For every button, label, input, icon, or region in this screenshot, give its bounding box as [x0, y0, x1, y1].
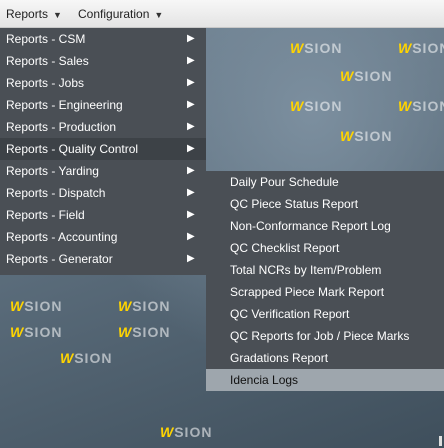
watermark-logo: WSION: [160, 424, 212, 440]
reports-menu[interactable]: Reports ▼: [6, 7, 62, 21]
chevron-right-icon: ▶: [187, 187, 195, 198]
submenu-item-label: QC Piece Status Report: [230, 197, 359, 211]
watermark-logo: WSION: [398, 40, 444, 56]
watermark-text: SION: [24, 324, 63, 340]
menu-item-label: Reports - Sales: [6, 54, 89, 68]
menu-item-reports-jobs[interactable]: Reports - Jobs ▶: [0, 72, 206, 94]
chevron-right-icon: ▶: [187, 165, 195, 176]
submenu-item-label: Scrapped Piece Mark Report: [230, 285, 385, 299]
watermark-w-glyph: W: [118, 298, 133, 314]
watermark-logo: WSION: [60, 350, 112, 366]
watermark-w-glyph: W: [10, 324, 25, 340]
menu-item-label: Reports - Accounting: [6, 230, 118, 244]
submenu-item-non-conformance-report-log[interactable]: Non-Conformance Report Log: [206, 215, 444, 237]
chevron-right-icon: ▶: [187, 143, 195, 154]
watermark-logo: WSION: [10, 298, 62, 314]
menu-item-reports-production[interactable]: Reports - Production ▶: [0, 116, 206, 138]
watermark-text: SION: [24, 298, 63, 314]
chevron-right-icon: ▶: [187, 253, 195, 264]
menu-item-label: Reports - Dispatch: [6, 186, 106, 200]
menu-item-label: Reports - Yarding: [6, 164, 99, 178]
watermark-logo: WSION: [340, 128, 392, 144]
submenu-item-label: Total NCRs by Item/Problem: [230, 263, 382, 277]
submenu-item-scrapped-piece-mark-report[interactable]: Scrapped Piece Mark Report: [206, 281, 444, 303]
watermark-w-glyph: W: [10, 298, 25, 314]
menu-item-reports-quality-control[interactable]: Reports - Quality Control ▶: [0, 138, 206, 160]
chevron-down-icon: ▼: [154, 10, 164, 20]
menu-item-reports-field[interactable]: Reports - Field ▶: [0, 204, 206, 226]
watermark-logo: WSION: [290, 98, 342, 114]
submenu-item-label: QC Reports for Job / Piece Marks: [230, 329, 410, 343]
watermark-w-glyph: W: [160, 424, 175, 440]
watermark-logo: WSION: [118, 298, 170, 314]
scrollbar-thumb[interactable]: [439, 436, 442, 446]
chevron-right-icon: ▶: [187, 121, 195, 132]
submenu-item-qc-verification-report[interactable]: QC Verification Report: [206, 303, 444, 325]
menu-item-label: Reports - CSM: [6, 32, 86, 46]
submenu-item-label: Idencia Logs: [230, 373, 299, 387]
watermark-logo: WSION: [340, 68, 392, 84]
watermark-text: SION: [174, 424, 213, 440]
watermark-w-glyph: W: [398, 40, 413, 56]
watermark-text: SION: [74, 350, 113, 366]
watermark-w-glyph: W: [290, 40, 305, 56]
menu-item-reports-engineering[interactable]: Reports - Engineering ▶: [0, 94, 206, 116]
submenu-item-qc-piece-status-report[interactable]: QC Piece Status Report: [206, 193, 444, 215]
menu-item-reports-sales[interactable]: Reports - Sales ▶: [0, 50, 206, 72]
submenu-item-label: Gradations Report: [230, 351, 329, 365]
watermark-w-glyph: W: [398, 98, 413, 114]
chevron-right-icon: ▶: [187, 33, 195, 44]
chevron-right-icon: ▶: [187, 209, 195, 220]
submenu-item-qc-checklist-report[interactable]: QC Checklist Report: [206, 237, 444, 259]
chevron-down-icon: ▼: [53, 10, 62, 20]
submenu-item-label: QC Verification Report: [230, 307, 350, 321]
submenu-item-idencia-logs[interactable]: Idencia Logs: [206, 369, 444, 391]
quality-control-submenu: Daily Pour Schedule QC Piece Status Repo…: [206, 171, 444, 391]
watermark-logo: WSION: [10, 324, 62, 340]
watermark-text: SION: [304, 98, 343, 114]
menu-item-label: Reports - Engineering: [6, 98, 123, 112]
submenu-item-label: QC Checklist Report: [230, 241, 340, 255]
reports-dropdown-menu: Reports - CSM ▶ Reports - Sales ▶ Reports …: [0, 28, 206, 275]
submenu-item-label: Non-Conformance Report Log: [230, 219, 391, 233]
chevron-right-icon: ▶: [187, 77, 195, 88]
watermark-w-glyph: W: [290, 98, 305, 114]
menu-item-label: Reports - Field: [6, 208, 85, 222]
watermark-w-glyph: W: [340, 68, 355, 84]
reports-menu-label: Reports: [6, 7, 49, 21]
menu-item-reports-generator[interactable]: Reports - Generator ▶: [0, 248, 206, 270]
watermark-w-glyph: W: [340, 128, 355, 144]
watermark-text: SION: [354, 68, 393, 84]
watermark-text: SION: [412, 98, 444, 114]
menu-item-label: Reports - Production: [6, 120, 117, 134]
menu-item-reports-yarding[interactable]: Reports - Yarding ▶: [0, 160, 206, 182]
watermark-logo: WSION: [118, 324, 170, 340]
submenu-item-label: Daily Pour Schedule: [230, 175, 339, 189]
configuration-menu[interactable]: Configuration ▼: [78, 7, 163, 21]
watermark-text: SION: [304, 40, 343, 56]
watermark-w-glyph: W: [60, 350, 75, 366]
menu-item-reports-accounting[interactable]: Reports - Accounting ▶: [0, 226, 206, 248]
watermark-logo: WSION: [398, 98, 444, 114]
submenu-item-gradations-report[interactable]: Gradations Report: [206, 347, 444, 369]
watermark-text: SION: [132, 298, 171, 314]
watermark-logo: WSION: [290, 40, 342, 56]
watermark-text: SION: [132, 324, 171, 340]
chevron-right-icon: ▶: [187, 231, 195, 242]
menu-item-label: Reports - Jobs: [6, 76, 85, 90]
top-menu-bar: Reports ▼ Configuration ▼: [0, 0, 444, 28]
configuration-menu-label: Configuration: [78, 7, 150, 21]
watermark-text: SION: [412, 40, 444, 56]
menu-item-label: Reports - Quality Control: [6, 142, 139, 156]
menu-item-reports-csm[interactable]: Reports - CSM ▶: [0, 28, 206, 50]
watermark-text: SION: [354, 128, 393, 144]
submenu-item-total-ncrs[interactable]: Total NCRs by Item/Problem: [206, 259, 444, 281]
chevron-right-icon: ▶: [187, 55, 195, 66]
watermark-w-glyph: W: [118, 324, 133, 340]
submenu-item-qc-reports-job-piece-marks[interactable]: QC Reports for Job / Piece Marks: [206, 325, 444, 347]
submenu-item-daily-pour-schedule[interactable]: Daily Pour Schedule: [206, 171, 444, 193]
menu-item-reports-dispatch[interactable]: Reports - Dispatch ▶: [0, 182, 206, 204]
chevron-right-icon: ▶: [187, 99, 195, 110]
menu-item-label: Reports - Generator: [6, 252, 113, 266]
